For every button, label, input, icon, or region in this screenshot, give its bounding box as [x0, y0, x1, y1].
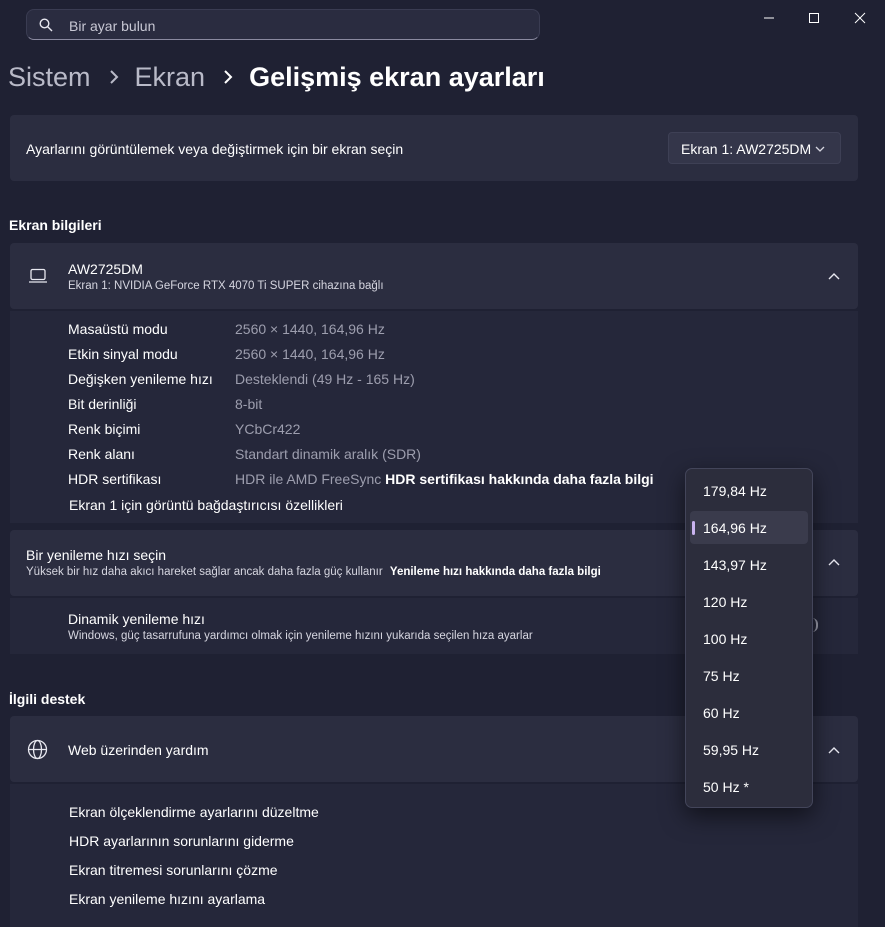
refresh-rate-flyout: 179,84 Hz 164,96 Hz 143,97 Hz 120 Hz 100… — [685, 468, 813, 808]
refresh-option-label: 100 Hz — [703, 631, 748, 647]
help-link[interactable]: Ekran yenileme hızını ayarlama — [69, 891, 265, 907]
info-label: Renk alanı — [68, 446, 135, 462]
info-value: 2560 × 1440, 164,96 Hz — [235, 346, 385, 362]
search-box[interactable] — [26, 9, 540, 41]
maximize-icon — [809, 13, 819, 23]
close-icon — [854, 12, 866, 24]
refresh-option[interactable]: 120 Hz — [690, 585, 808, 618]
selection-indicator — [692, 521, 695, 535]
chevron-up-icon[interactable] — [827, 269, 841, 283]
refresh-option[interactable]: 50 Hz * — [690, 770, 808, 803]
refresh-option[interactable]: 143,97 Hz — [690, 548, 808, 581]
refresh-option[interactable]: 179,84 Hz — [690, 474, 808, 507]
chevron-right-icon — [109, 70, 118, 84]
info-value: YCbCr422 — [235, 421, 301, 437]
refresh-option-label: 179,84 Hz — [703, 483, 767, 499]
display-info-title: Ekran bilgileri — [9, 217, 102, 233]
refresh-option-label: 164,96 Hz — [703, 520, 767, 536]
info-value: 8-bit — [235, 396, 263, 412]
info-label: Masaüstü modu — [68, 321, 168, 337]
refresh-option[interactable]: 59,95 Hz — [690, 733, 808, 766]
info-value: HDR ile AMD FreeSync HDR sertifikası hak… — [235, 471, 654, 487]
refresh-rate-link[interactable]: Yenileme hızı hakkında daha fazla bilgi — [390, 566, 601, 578]
adapter-properties-link[interactable]: Ekran 1 için görüntü bağdaştırıcısı özel… — [69, 497, 343, 513]
refresh-option-label: 60 Hz — [703, 705, 740, 721]
refresh-option-label: 59,95 Hz — [703, 742, 760, 758]
display-select-dropdown[interactable]: Ekran 1: AW2725DM — [668, 132, 841, 164]
web-help-title: Web üzerinden yardım — [68, 742, 209, 758]
breadcrumb: Sistem Ekran Gelişmiş ekran ayarları — [8, 60, 545, 94]
info-label: Bit derinliği — [68, 396, 137, 412]
minimize-button[interactable] — [746, 6, 792, 30]
help-link[interactable]: Ekran ölçeklendirme ayarlarını düzeltme — [69, 804, 319, 820]
chevron-down-icon — [815, 146, 825, 152]
breadcrumb-system[interactable]: Sistem — [8, 62, 91, 93]
close-button[interactable] — [837, 6, 883, 30]
refresh-rate-title: Bir yenileme hızı seçin — [26, 547, 167, 563]
refresh-option-label: 75 Hz — [703, 668, 740, 684]
refresh-option-label: 120 Hz — [703, 594, 748, 610]
search-icon — [39, 18, 53, 32]
refresh-option[interactable]: 75 Hz — [690, 659, 808, 692]
info-value: Desteklendi (49 Hz - 165 Hz) — [235, 371, 415, 387]
info-value: 2560 × 1440, 164,96 Hz — [235, 321, 385, 337]
laptop-icon — [29, 268, 47, 283]
chevron-up-icon[interactable] — [827, 555, 841, 569]
refresh-rate-subtitle-text: Yüksek bir hız daha akıcı hareket sağlar… — [26, 566, 383, 578]
refresh-option-label: 143,97 Hz — [703, 557, 767, 573]
minimize-icon — [764, 17, 774, 19]
maximize-button[interactable] — [791, 6, 837, 30]
help-link[interactable]: HDR ayarlarının sorunlarını giderme — [69, 833, 294, 849]
monitor-name: AW2725DM — [68, 261, 143, 277]
breadcrumb-display[interactable]: Ekran — [135, 62, 206, 93]
info-label: Değişken yenileme hızı — [68, 371, 213, 387]
info-label: HDR sertifikası — [68, 471, 162, 487]
dynamic-refresh-title: Dinamik yenileme hızı — [68, 611, 205, 627]
display-select-prompt: Ayarlarını görüntülemek veya değiştirmek… — [26, 141, 404, 157]
refresh-option-label: 50 Hz * — [703, 779, 749, 795]
refresh-rate-subtitle: Yüksek bir hız daha akıcı hareket sağlar… — [26, 566, 601, 578]
hdr-cert-value: HDR ile AMD FreeSync — [235, 471, 382, 487]
refresh-option[interactable]: 100 Hz — [690, 622, 808, 655]
info-label: Renk biçimi — [68, 421, 141, 437]
refresh-option[interactable]: 60 Hz — [690, 696, 808, 729]
refresh-option-selected[interactable]: 164,96 Hz — [690, 511, 808, 544]
chevron-up-icon[interactable] — [827, 743, 841, 757]
search-input[interactable] — [67, 10, 531, 41]
hdr-cert-link[interactable]: HDR sertifikası hakkında daha fazla bilg… — [385, 471, 653, 487]
info-value: Standart dinamik aralık (SDR) — [235, 446, 421, 462]
page-title: Gelişmiş ekran ayarları — [249, 61, 545, 92]
chevron-right-icon — [224, 70, 233, 84]
display-select-value: Ekran 1: AW2725DM — [681, 141, 812, 157]
info-label: Etkin sinyal modu — [68, 346, 178, 362]
related-support-title: İlgili destek — [9, 691, 86, 707]
dynamic-refresh-subtitle: Windows, güç tasarrufuna yardımcı olmak … — [68, 630, 533, 642]
help-link[interactable]: Ekran titremesi sorunlarını çözme — [69, 862, 278, 878]
globe-icon — [27, 739, 48, 760]
monitor-subtitle: Ekran 1: NVIDIA GeForce RTX 4070 Ti SUPE… — [68, 280, 384, 292]
